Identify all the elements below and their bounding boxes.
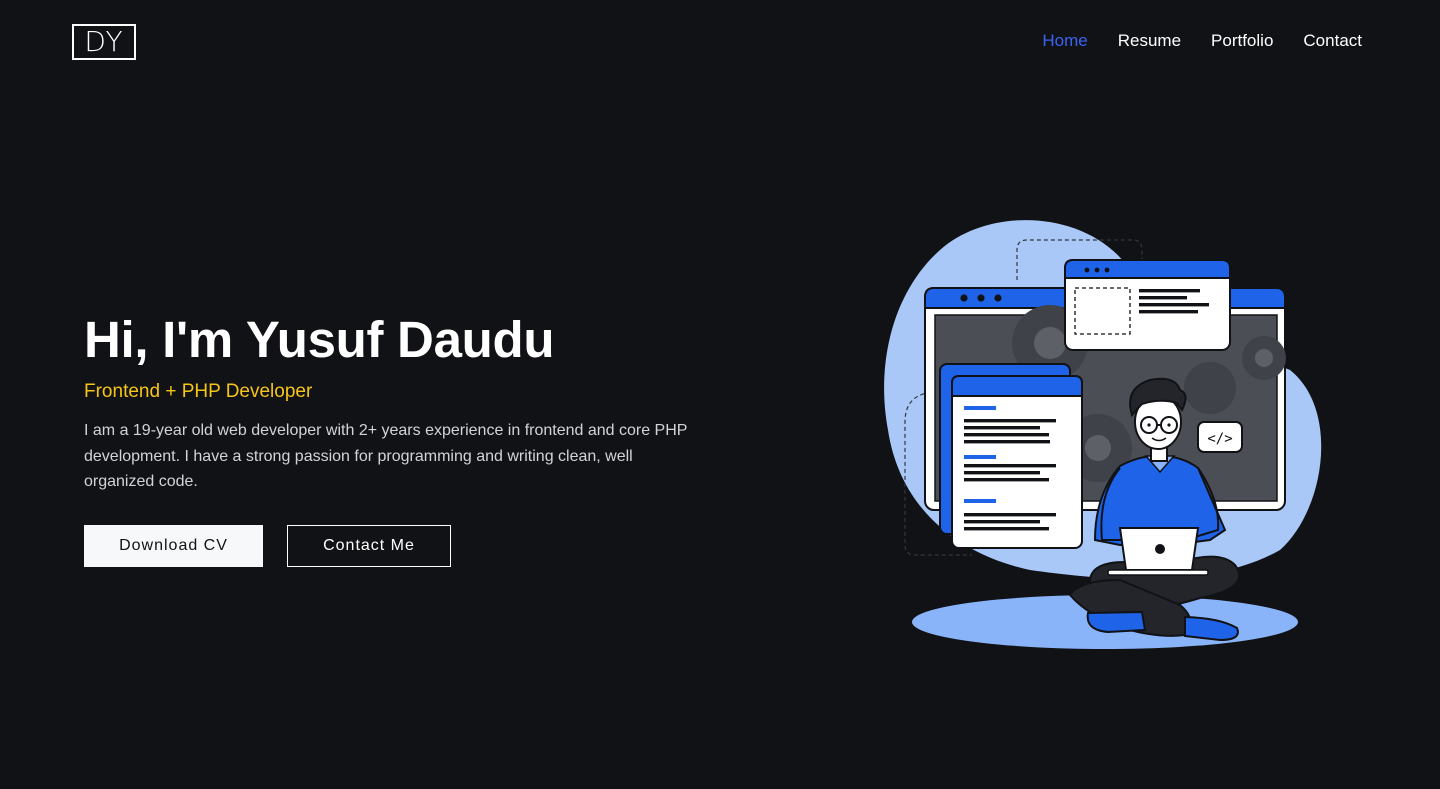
hero-subtitle: Frontend + PHP Developer (84, 381, 313, 402)
hero-description: I am a 19-year old web developer with 2+… (84, 422, 688, 490)
developer-illustration: </> (880, 210, 1340, 660)
logo-text: DY (84, 25, 124, 58)
hero-title: Hi, I'm Yusuf Daudu (84, 311, 555, 368)
code-tag-icon: </> (1207, 431, 1232, 447)
nav-item-resume[interactable]: Resume (1118, 31, 1181, 51)
hero-buttons: Download CV Contact Me (84, 524, 704, 567)
nav-item-home[interactable]: Home (1042, 31, 1087, 51)
nav-item-contact[interactable]: Contact (1303, 31, 1362, 51)
logo[interactable]: DY (72, 24, 136, 60)
main-nav: Home Resume Portfolio Contact (1042, 31, 1362, 51)
download-cv-button[interactable]: Download CV (84, 524, 263, 567)
hero-section: Hi, I'm Yusuf Daudu Frontend + PHP Devel… (84, 310, 704, 567)
nav-item-portfolio[interactable]: Portfolio (1211, 31, 1273, 51)
contact-me-button[interactable]: Contact Me (287, 524, 451, 567)
